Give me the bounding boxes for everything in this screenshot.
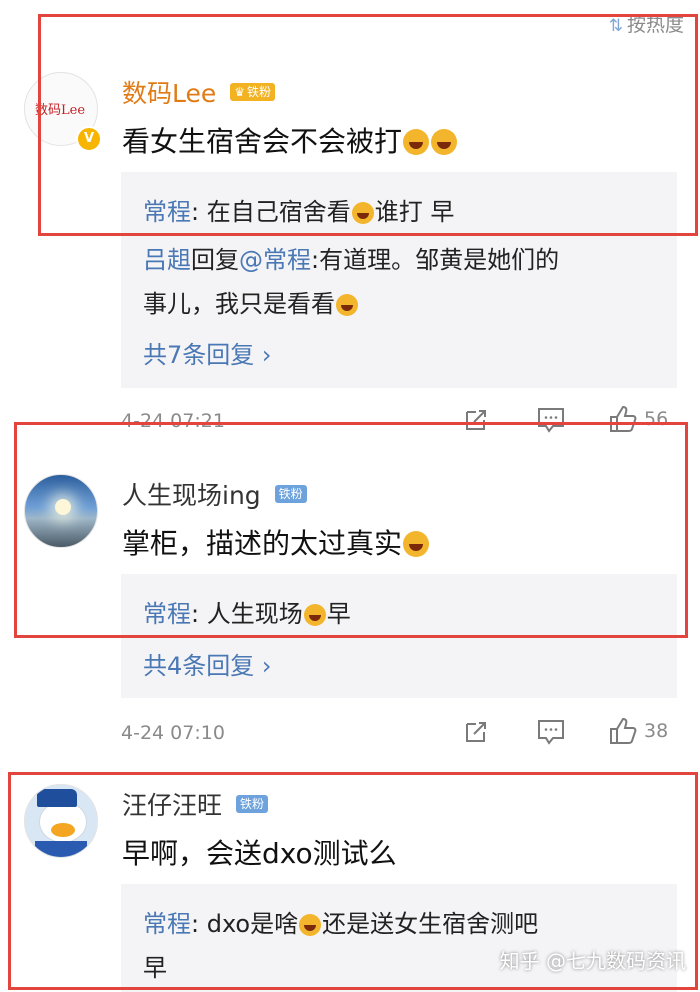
reply-button[interactable] bbox=[536, 718, 566, 746]
like-button[interactable]: 38 bbox=[608, 716, 668, 746]
reply-text: 事儿，我只是看看 bbox=[143, 290, 335, 318]
thinking-emoji-icon bbox=[336, 294, 358, 316]
like-count: 38 bbox=[644, 720, 669, 742]
reply-user[interactable]: 吕趄 bbox=[143, 246, 191, 274]
reply-item: 吕趄回复@常程:有道理。邹黄是她们的 bbox=[143, 240, 559, 275]
share-button[interactable] bbox=[462, 718, 490, 746]
comment-icon bbox=[538, 720, 564, 745]
watermark: 知乎 @七九数码资讯 bbox=[499, 949, 686, 973]
share-icon bbox=[466, 722, 486, 742]
comment-time: 4-24 07:10 bbox=[121, 722, 225, 744]
view-more-replies-link[interactable]: 共4条回复 › bbox=[143, 646, 272, 681]
view-more-replies-link[interactable]: 共7条回复 › bbox=[143, 335, 272, 370]
highlight-box bbox=[38, 14, 698, 236]
reply-text: :有道理。邹黄是她们的 bbox=[311, 246, 560, 274]
reply-item-continued: 事儿，我只是看看 bbox=[143, 284, 359, 319]
reply-verb: 回复 bbox=[191, 246, 239, 274]
mention-link[interactable]: @常程 bbox=[239, 246, 311, 274]
highlight-box bbox=[14, 422, 688, 638]
thumbs-up-icon bbox=[610, 717, 637, 744]
